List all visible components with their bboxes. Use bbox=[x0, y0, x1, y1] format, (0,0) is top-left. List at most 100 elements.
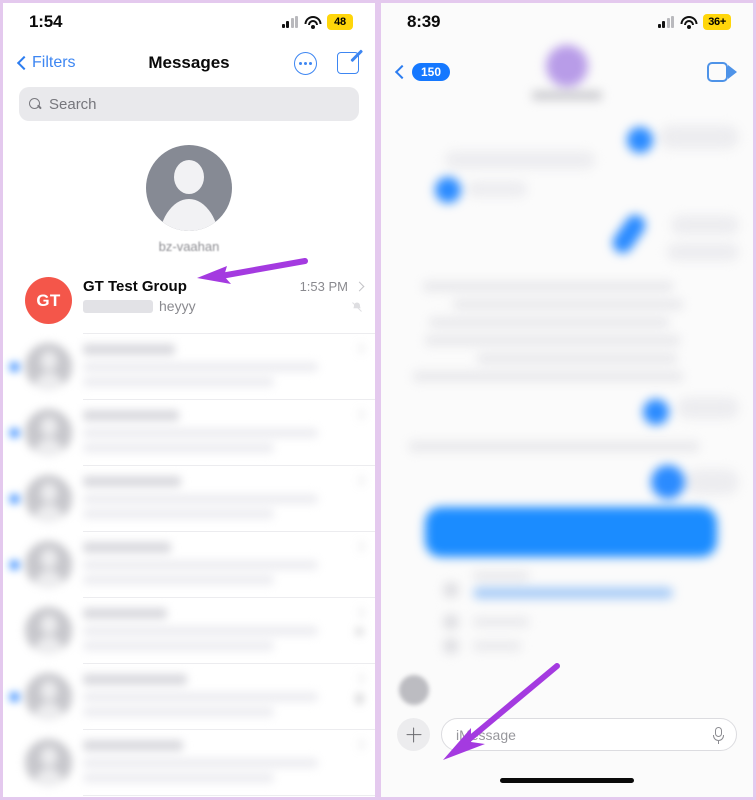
cellular-signal-icon bbox=[657, 16, 675, 28]
cellular-signal-icon bbox=[281, 16, 298, 28]
sender-thumbnail-avatar bbox=[399, 675, 429, 705]
group-avatar bbox=[546, 45, 588, 87]
conversation-preview-line: heyyy bbox=[83, 298, 300, 314]
avatar bbox=[25, 475, 72, 522]
conversation-body bbox=[83, 541, 356, 585]
conversation-row[interactable]: o bbox=[3, 598, 375, 663]
conversation-body: GT Test Group heyyy bbox=[83, 277, 300, 314]
back-to-messages-button[interactable]: 150 bbox=[394, 63, 451, 81]
battery-badge: 48 bbox=[327, 14, 353, 30]
conversation-meta bbox=[354, 475, 365, 491]
conversation-body bbox=[83, 673, 356, 717]
left-phone-panel: 1:54 48 Filters Messages Search bz-vaaha… bbox=[0, 0, 378, 800]
conversation-row[interactable] bbox=[3, 730, 375, 795]
conversation-body bbox=[83, 409, 356, 453]
conversation-preview: heyyy bbox=[159, 298, 196, 314]
conversation-time: 1:53 PM bbox=[299, 279, 348, 294]
conversation-meta: o bbox=[354, 607, 365, 638]
person-avatar-icon bbox=[146, 145, 232, 231]
my-card-hero[interactable]: bz-vaahan bbox=[3, 131, 375, 268]
conversation-body bbox=[83, 739, 356, 783]
search-placeholder: Search bbox=[49, 95, 97, 113]
facetime-video-icon[interactable] bbox=[707, 62, 737, 82]
right-status-bar: 8:39 36+ bbox=[381, 3, 753, 41]
home-indicator bbox=[500, 778, 634, 783]
bell-slash-icon bbox=[352, 302, 362, 312]
conversation-row[interactable]: g bbox=[3, 664, 375, 729]
avatar bbox=[25, 607, 72, 654]
unread-dot bbox=[10, 494, 19, 503]
group-name-redacted bbox=[532, 91, 602, 100]
blurred-conversation-rows: o g Yesterday bbox=[3, 334, 375, 797]
conversation-time: g bbox=[355, 689, 363, 704]
filters-label: Filters bbox=[32, 54, 76, 71]
unread-dot bbox=[10, 560, 19, 569]
battery-badge: 36+ bbox=[703, 14, 731, 30]
conversation-row[interactable] bbox=[3, 334, 375, 399]
message-thread bbox=[381, 103, 753, 688]
chevron-right-icon bbox=[354, 475, 365, 486]
chevron-right-icon bbox=[354, 541, 365, 552]
chevron-left-icon bbox=[16, 55, 32, 71]
chevron-right-icon bbox=[354, 739, 365, 750]
conversation-meta bbox=[354, 343, 365, 359]
status-indicators: 36+ bbox=[657, 14, 731, 30]
conversation-time: o bbox=[355, 623, 363, 638]
status-time: 8:39 bbox=[407, 12, 441, 31]
avatar bbox=[25, 739, 72, 786]
chevron-right-icon bbox=[354, 607, 365, 618]
my-card-name: bz-vaahan bbox=[158, 239, 220, 254]
search-container: Search bbox=[3, 85, 375, 131]
conversation-meta bbox=[354, 541, 365, 557]
message-composer: iMessage bbox=[381, 718, 753, 751]
avatar bbox=[25, 541, 72, 588]
left-nav-bar: Filters Messages bbox=[3, 41, 375, 85]
microphone-icon[interactable] bbox=[713, 726, 724, 744]
imessage-input[interactable]: iMessage bbox=[441, 718, 737, 751]
compose-icon[interactable] bbox=[337, 48, 363, 74]
unread-dot bbox=[10, 362, 19, 371]
conversation-body bbox=[83, 343, 356, 387]
conversation-row[interactable] bbox=[3, 532, 375, 597]
search-input[interactable]: Search bbox=[19, 87, 359, 121]
imessage-placeholder: iMessage bbox=[456, 726, 516, 743]
conversation-meta bbox=[354, 409, 365, 425]
right-nav-bar: 150 bbox=[381, 41, 753, 103]
unread-count-badge: 150 bbox=[412, 63, 451, 81]
chevron-right-icon bbox=[354, 343, 365, 354]
conversation-list: GT GT Test Group heyyy 1:53 PM o g bbox=[3, 268, 375, 797]
chevron-right-icon bbox=[354, 281, 365, 292]
redacted-sender bbox=[83, 299, 153, 313]
left-status-bar: 1:54 48 bbox=[3, 3, 375, 41]
avatar: GT bbox=[25, 277, 72, 324]
avatar bbox=[25, 409, 72, 456]
right-phone-panel: 8:39 36+ 150 iMessage bbox=[378, 0, 756, 800]
search-icon bbox=[29, 97, 42, 111]
status-time: 1:54 bbox=[29, 12, 63, 31]
chevron-right-icon bbox=[354, 673, 365, 684]
conversation-meta: g bbox=[354, 673, 365, 704]
more-circle-icon[interactable] bbox=[294, 51, 317, 75]
conversation-row-gt-test-group[interactable]: GT GT Test Group heyyy 1:53 PM bbox=[3, 268, 375, 333]
unread-dot bbox=[10, 692, 19, 701]
chevron-left-icon bbox=[394, 64, 410, 80]
filters-back-button[interactable]: Filters bbox=[16, 54, 76, 72]
status-indicators: 48 bbox=[281, 14, 353, 30]
avatar bbox=[25, 673, 72, 720]
plus-icon[interactable] bbox=[397, 718, 430, 751]
conversation-row[interactable] bbox=[3, 466, 375, 531]
screenshot-stage: 1:54 48 Filters Messages Search bz-vaaha… bbox=[0, 0, 756, 800]
conversation-row[interactable] bbox=[3, 400, 375, 465]
nav-actions bbox=[294, 48, 363, 75]
wifi-icon bbox=[304, 15, 321, 29]
conversation-row[interactable]: Yesterday bbox=[3, 796, 375, 797]
unread-dot bbox=[10, 428, 19, 437]
conversation-meta bbox=[354, 739, 365, 755]
wifi-icon bbox=[680, 15, 698, 29]
avatar bbox=[25, 343, 72, 390]
conversation-title: GT Test Group bbox=[83, 278, 187, 295]
conversation-meta: 1:53 PM bbox=[299, 277, 365, 313]
chevron-right-icon bbox=[354, 409, 365, 420]
conversation-body bbox=[83, 475, 356, 519]
conversation-body bbox=[83, 607, 356, 651]
